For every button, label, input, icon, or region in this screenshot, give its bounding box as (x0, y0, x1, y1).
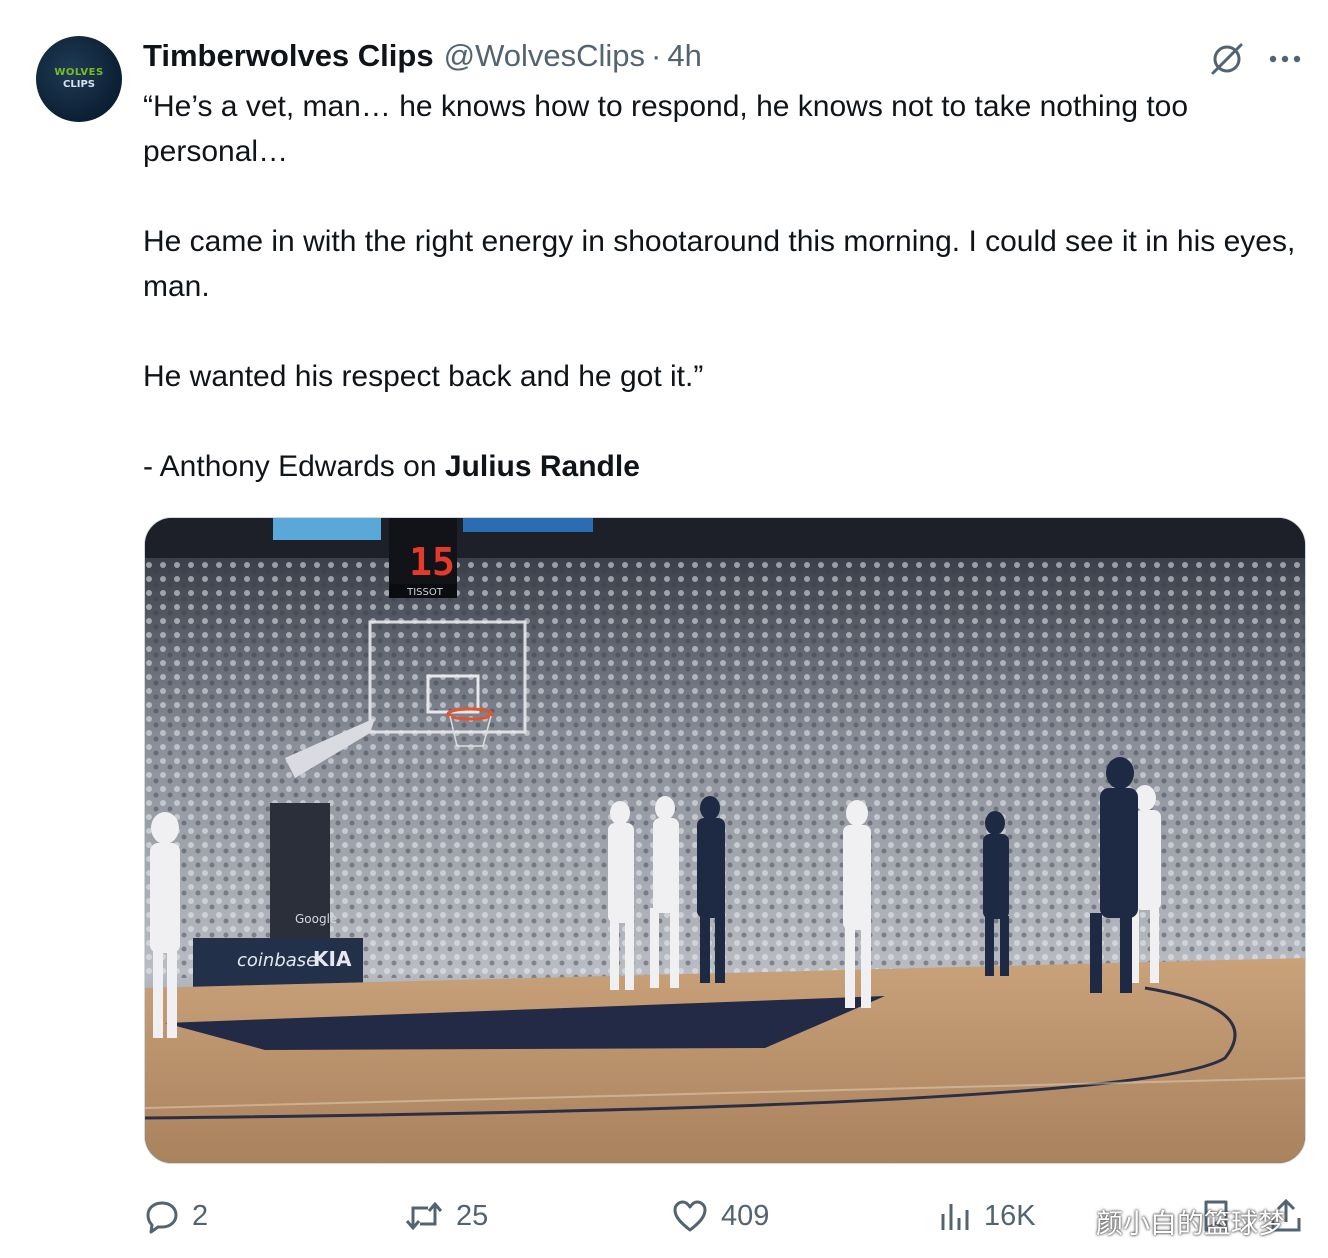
attribution-prefix: - Anthony Edwards on (143, 450, 445, 483)
watermark-text: 颜小白的篮球梦 (1096, 1209, 1285, 1240)
grok-icon (1211, 43, 1243, 75)
basketball-game-video: 15 TISSOT coinbase KIA Google (145, 518, 1305, 1163)
shot-clock: 15 TISSOT (389, 518, 457, 598)
svg-text:coinbase: coinbase (237, 950, 317, 971)
tweet-attribution: - Anthony Edwards on Julius Randle (143, 444, 1303, 489)
svg-text:KIA: KIA (313, 947, 352, 971)
avatar-text-1: WOLVES (54, 67, 104, 78)
video-media[interactable]: 15 TISSOT coinbase KIA Google (144, 517, 1306, 1164)
tweet-timestamp[interactable]: 4h (667, 38, 701, 74)
author-handle[interactable]: @WolvesClips (444, 38, 645, 74)
author-display-name[interactable]: Timberwolves Clips (143, 38, 434, 74)
svg-text:TISSOT: TISSOT (406, 587, 444, 598)
repost-button[interactable]: 25 (404, 1190, 488, 1242)
repost-count: 25 (456, 1199, 489, 1232)
avatar-text-2: CLIPS (63, 79, 95, 90)
svg-text:Google: Google (295, 912, 337, 926)
repost-icon (405, 1201, 443, 1231)
attribution-name[interactable]: Julius Randle (445, 450, 640, 483)
views-button[interactable]: 16K (938, 1190, 1036, 1242)
heart-icon (673, 1200, 707, 1232)
views-count: 16K (984, 1199, 1036, 1232)
like-button[interactable]: 409 (671, 1190, 769, 1242)
views-icon (941, 1204, 969, 1230)
separator-dot: · (651, 38, 662, 73)
svg-text:15: 15 (409, 540, 455, 584)
tweet-text-paragraph-3: He wanted his respect back and he got it… (143, 360, 704, 393)
avatar[interactable]: WOLVES CLIPS (36, 36, 122, 122)
more-options-button[interactable] (1264, 38, 1306, 80)
reply-count: 2 (192, 1199, 209, 1232)
wolves-clips-logo: WOLVES CLIPS (54, 68, 103, 90)
more-icon (1269, 55, 1301, 63)
like-count: 409 (721, 1199, 770, 1232)
reply-button[interactable]: 2 (144, 1190, 208, 1242)
tweet-header: Timberwolves Clips @WolvesClips · 4h (143, 36, 702, 76)
tweet-text-paragraph-2: He came in with the right energy in shoo… (143, 225, 1296, 303)
grok-button[interactable] (1206, 38, 1248, 80)
tweet-text-paragraph-1: “He’s a vet, man… he knows how to respon… (143, 90, 1189, 168)
reply-icon (146, 1201, 178, 1234)
tweet-text: “He’s a vet, man… he knows how to respon… (143, 84, 1303, 489)
